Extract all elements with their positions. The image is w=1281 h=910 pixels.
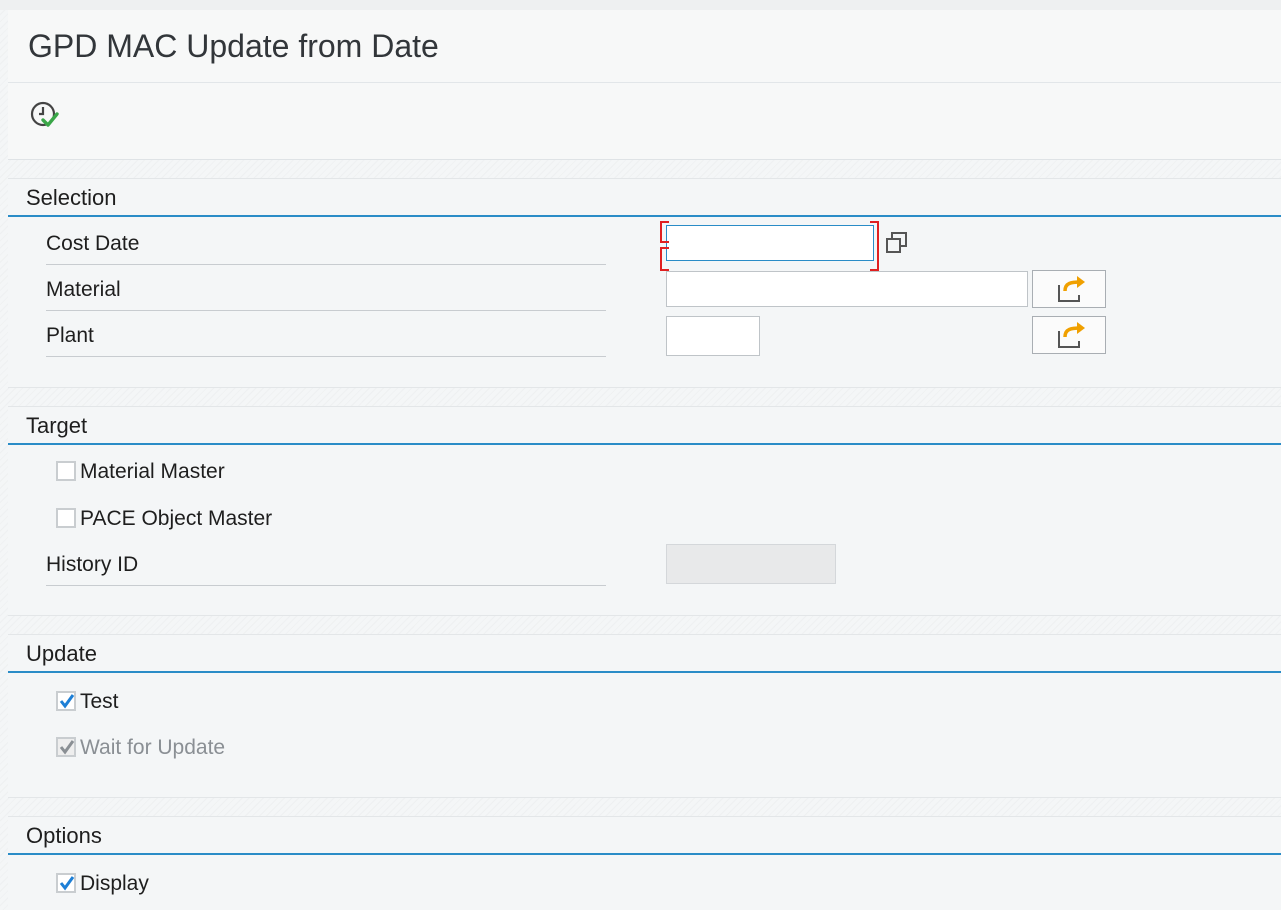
material-label: Material bbox=[46, 270, 606, 311]
wait-for-update-label: Wait for Update bbox=[80, 736, 226, 759]
update-divider bbox=[8, 671, 1281, 673]
material-master-label: Material Master bbox=[80, 460, 225, 483]
plant-multiple-selection-button[interactable] bbox=[1032, 316, 1106, 354]
update-title: Update bbox=[26, 641, 97, 666]
display-checkbox[interactable] bbox=[56, 873, 76, 893]
checkmark-icon bbox=[59, 876, 75, 891]
target-group: Target Material Master PACE Object Maste… bbox=[8, 406, 1281, 616]
test-checkbox[interactable] bbox=[56, 691, 76, 711]
wait-for-update-checkbox-row: Wait for Update bbox=[56, 731, 225, 765]
execute-clock-check-icon bbox=[30, 101, 59, 127]
wait-for-update-checkbox bbox=[56, 737, 76, 757]
page-header: GPD MAC Update from Date bbox=[8, 10, 1281, 160]
history-id-input bbox=[666, 544, 836, 584]
plant-input[interactable] bbox=[666, 316, 760, 356]
selection-group: Selection Cost Date Material Plant bbox=[8, 178, 1281, 388]
cost-date-input[interactable] bbox=[666, 225, 874, 261]
page-title: GPD MAC Update from Date bbox=[28, 28, 439, 64]
cost-date-value-help-button[interactable] bbox=[878, 225, 916, 261]
multiple-selection-arrow-icon bbox=[1058, 322, 1085, 348]
pace-object-master-checkbox[interactable] bbox=[56, 508, 76, 528]
test-checkbox-row[interactable]: Test bbox=[56, 685, 119, 719]
update-group: Update Test Wait for Update bbox=[8, 634, 1281, 798]
pace-object-master-checkbox-row[interactable]: PACE Object Master bbox=[56, 502, 272, 536]
checkmark-icon bbox=[59, 740, 75, 755]
display-checkbox-row[interactable]: Display bbox=[56, 867, 149, 901]
options-group: Options Display bbox=[8, 816, 1281, 910]
material-master-checkbox[interactable] bbox=[56, 461, 76, 481]
cost-date-label: Cost Date bbox=[46, 224, 606, 265]
material-input[interactable] bbox=[666, 271, 1028, 307]
options-divider bbox=[8, 853, 1281, 855]
pace-object-master-label: PACE Object Master bbox=[80, 507, 273, 530]
header-divider bbox=[8, 82, 1281, 83]
checkmark-icon bbox=[59, 694, 75, 709]
top-strip bbox=[0, 0, 1281, 10]
multiple-selection-arrow-icon bbox=[1058, 276, 1085, 302]
display-label: Display bbox=[80, 872, 149, 895]
execute-button[interactable] bbox=[28, 99, 62, 133]
selection-divider bbox=[8, 215, 1281, 217]
options-title: Options bbox=[26, 823, 102, 848]
focus-bracket-left bbox=[660, 221, 669, 243]
target-title: Target bbox=[26, 413, 88, 438]
test-label: Test bbox=[80, 690, 119, 713]
plant-label: Plant bbox=[46, 316, 606, 357]
selection-title: Selection bbox=[26, 185, 117, 210]
material-multiple-selection-button[interactable] bbox=[1032, 270, 1106, 308]
focus-bracket-left-bottom bbox=[660, 247, 669, 271]
target-divider bbox=[8, 443, 1281, 445]
material-master-checkbox-row[interactable]: Material Master bbox=[56, 455, 225, 489]
value-help-icon bbox=[886, 232, 907, 253]
history-id-label: History ID bbox=[46, 545, 606, 586]
